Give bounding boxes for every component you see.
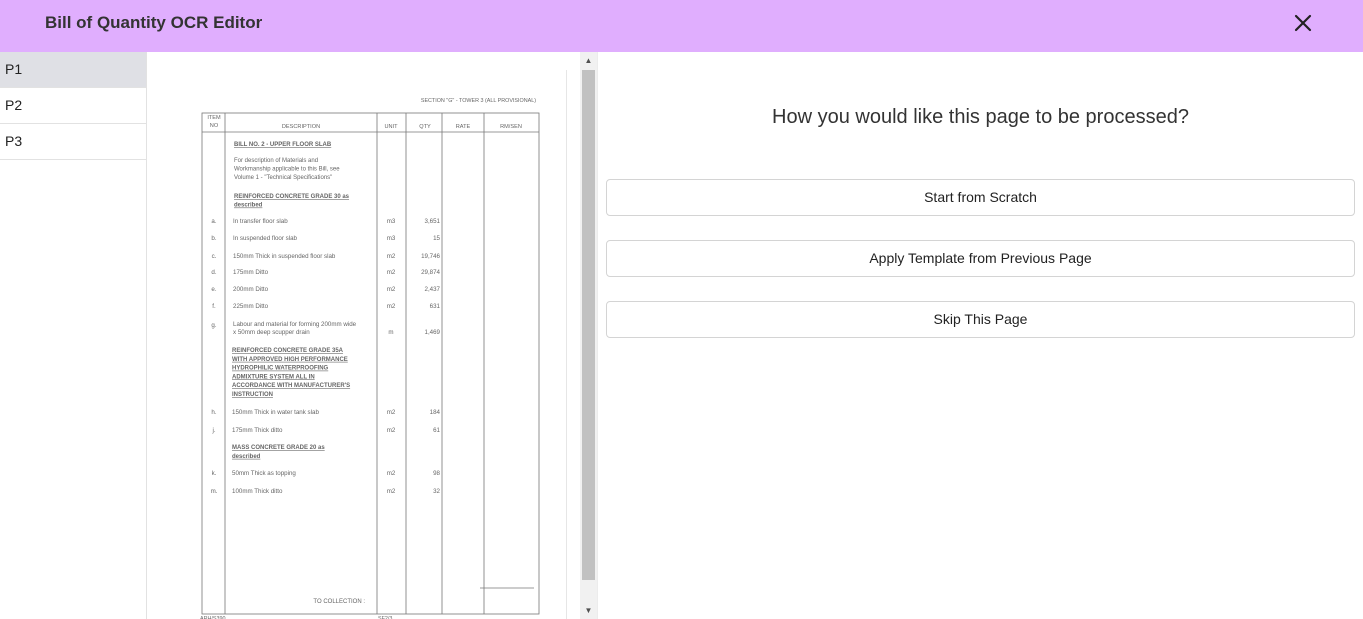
item-qty: 631 — [430, 303, 441, 310]
section-heading: REINFORCED CONCRETE GRADE 30 as — [234, 194, 350, 200]
boq-scan: SECTION "G" - TOWER 3 (ALL PROVISIONAL) I… — [200, 98, 540, 619]
col-header: UNIT — [384, 124, 398, 130]
col-header: ITEM — [207, 115, 221, 121]
item-no: f. — [212, 303, 216, 310]
item-qty: 3,651 — [425, 218, 441, 225]
item-desc: 100mm Thick ditto — [232, 488, 283, 495]
intro-line: Volume 1 - "Technical Specifications" — [234, 175, 332, 181]
item-desc: 175mm Thick ditto — [232, 427, 283, 434]
scroll-thumb[interactable] — [582, 70, 595, 580]
item-desc: Labour and material for forming 200mm wi… — [233, 321, 357, 328]
section-heading: HYDROPHILIC WATERPROOFING — [232, 366, 329, 372]
item-qty: 19,746 — [421, 253, 440, 260]
item-no: c. — [212, 253, 217, 260]
collection-label: TO COLLECTION : — [313, 599, 365, 605]
page-list: P1 P2 P3 — [0, 52, 147, 619]
col-header: RM/SEN — [500, 124, 522, 130]
item-desc: 50mm Thick as topping — [232, 470, 296, 477]
page-item-p1[interactable]: P1 — [0, 52, 146, 88]
item-desc: 200mm Ditto — [233, 286, 269, 293]
item-desc: x 50mm deep scupper drain — [233, 329, 310, 336]
item-unit: m2 — [387, 488, 396, 495]
document-scrollbar[interactable]: ▲ ▼ — [580, 52, 597, 619]
apply-template-button[interactable]: Apply Template from Previous Page — [606, 240, 1355, 277]
item-qty: 32 — [433, 488, 440, 495]
item-desc: 150mm Thick in suspended floor slab — [233, 253, 336, 260]
app-header: Bill of Quantity OCR Editor — [0, 0, 1363, 52]
item-no: a. — [211, 218, 216, 225]
page-item-p3[interactable]: P3 — [0, 124, 146, 160]
item-qty: 98 — [433, 470, 440, 477]
item-no: j. — [211, 427, 215, 434]
item-qty: 2,437 — [425, 286, 441, 293]
section-heading: described — [232, 454, 261, 460]
skip-page-button[interactable]: Skip This Page — [606, 301, 1355, 338]
col-header: RATE — [456, 124, 471, 130]
intro-line: For description of Materials and — [234, 158, 318, 164]
item-unit: m — [388, 329, 393, 336]
intro-line: Workmanship applicable to this Bill, see — [234, 167, 340, 173]
item-unit: m2 — [387, 409, 396, 416]
item-unit: m2 — [387, 427, 396, 434]
item-unit: m2 — [387, 303, 396, 310]
item-qty: 1,469 — [425, 329, 441, 336]
section-heading: ADMIXTURE SYSTEM ALL IN — [232, 374, 315, 380]
item-desc: In transfer floor slab — [233, 218, 288, 225]
item-qty: 61 — [433, 427, 440, 434]
col-header: DESCRIPTION — [282, 124, 320, 130]
close-icon[interactable] — [1290, 10, 1316, 36]
item-qty: 184 — [430, 409, 441, 416]
item-no: g. — [211, 322, 216, 329]
section-heading: WITH APPROVED HIGH PERFORMANCE — [232, 357, 348, 363]
processing-prompt: How you would like this page to be proce… — [772, 106, 1189, 128]
item-unit: m3 — [387, 235, 396, 242]
scroll-down-icon[interactable]: ▼ — [580, 604, 597, 618]
item-desc: In suspended floor slab — [233, 235, 298, 242]
item-no: m. — [211, 488, 218, 495]
item-no: h. — [211, 409, 216, 416]
start-from-scratch-button[interactable]: Start from Scratch — [606, 179, 1355, 216]
item-unit: m2 — [387, 470, 396, 477]
item-unit: m3 — [387, 218, 396, 225]
section-heading: INSTRUCTION — [232, 392, 273, 398]
item-no: b. — [211, 235, 216, 242]
panel-divider — [597, 52, 598, 619]
section-heading: MASS CONCRETE GRADE 20 as — [232, 445, 325, 451]
item-desc: 150mm Thick in water tank slab — [232, 409, 319, 416]
section-heading: described — [234, 203, 263, 209]
item-unit: m2 — [387, 253, 396, 260]
bill-title: BILL NO. 2 - UPPER FLOOR SLAB — [234, 142, 332, 148]
item-qty: 29,874 — [421, 269, 440, 276]
col-header: QTY — [419, 124, 431, 130]
item-no: k. — [212, 470, 217, 477]
item-unit: m2 — [387, 286, 396, 293]
item-no: e. — [211, 286, 216, 293]
item-qty: 15 — [433, 235, 440, 242]
document-viewer[interactable]: SECTION "G" - TOWER 3 (ALL PROVISIONAL) I… — [148, 52, 597, 619]
page-item-p2[interactable]: P2 — [0, 88, 146, 124]
item-unit: m2 — [387, 269, 396, 276]
doc-section-title: SECTION "G" - TOWER 3 (ALL PROVISIONAL) — [421, 98, 536, 104]
section-heading: ACCORDANCE WITH MANUFACTURER'S — [232, 383, 350, 389]
item-desc: 225mm Ditto — [233, 303, 269, 310]
scroll-up-icon[interactable]: ▲ — [580, 54, 597, 68]
col-header: NO — [210, 123, 219, 129]
item-no: d. — [211, 269, 216, 276]
document-page-image: SECTION "G" - TOWER 3 (ALL PROVISIONAL) I… — [148, 52, 597, 619]
item-desc: 175mm Ditto — [233, 269, 269, 276]
section-heading: REINFORCED CONCRETE GRADE 35A — [232, 348, 344, 354]
app-title: Bill of Quantity OCR Editor — [45, 13, 263, 32]
